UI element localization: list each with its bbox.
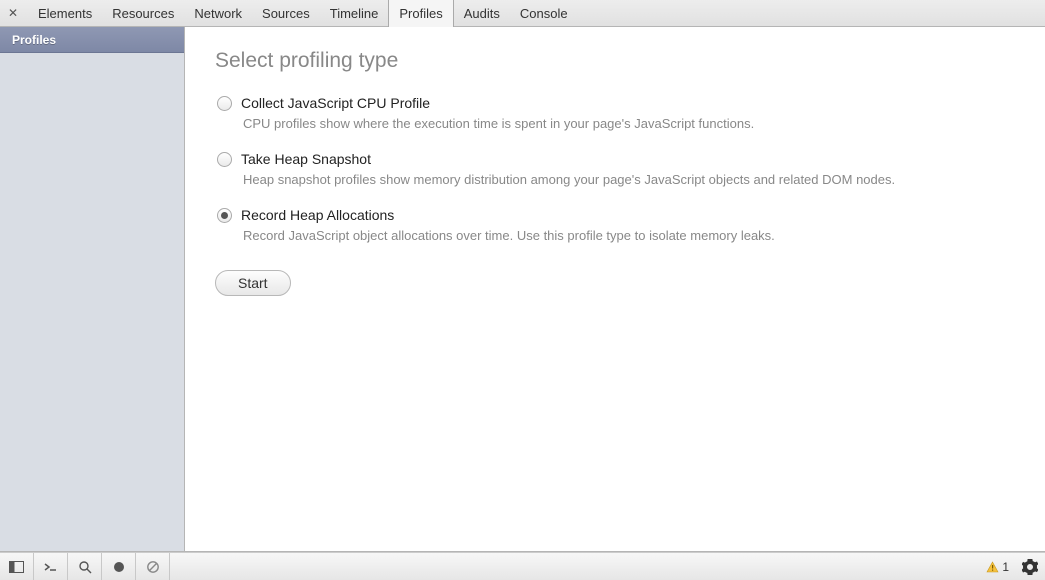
settings-icon[interactable] [1015,559,1045,575]
profile-option-heap-allocations[interactable]: Record Heap Allocations Record JavaScrip… [215,207,1015,245]
status-bar: 1 [0,552,1045,580]
option-title: Collect JavaScript CPU Profile [241,95,430,111]
option-desc: CPU profiles show where the execution ti… [243,115,1015,133]
profile-option-heap-snapshot[interactable]: Take Heap Snapshot Heap snapshot profile… [215,151,1015,189]
radio-icon[interactable] [217,208,232,223]
close-icon[interactable]: ✕ [6,6,20,20]
radio-icon[interactable] [217,96,232,111]
option-desc: Heap snapshot profiles show memory distr… [243,171,1015,189]
option-desc: Record JavaScript object allocations ove… [243,227,1015,245]
radio-icon[interactable] [217,152,232,167]
search-icon[interactable] [68,553,102,580]
option-title: Record Heap Allocations [241,207,394,223]
warning-icon [986,561,999,573]
dock-icon[interactable] [0,553,34,580]
sidebar-header: Profiles [0,27,184,53]
page-title: Select profiling type [215,49,1015,73]
main-panel: Select profiling type Collect JavaScript… [185,27,1045,551]
tab-console[interactable]: Console [510,0,578,27]
tab-profiles[interactable]: Profiles [388,0,453,27]
tab-resources[interactable]: Resources [102,0,184,27]
start-button[interactable]: Start [215,270,291,296]
tab-sources[interactable]: Sources [252,0,320,27]
tab-network[interactable]: Network [184,0,252,27]
profile-option-cpu[interactable]: Collect JavaScript CPU Profile CPU profi… [215,95,1015,133]
warnings-count: 1 [1002,560,1009,574]
tab-elements[interactable]: Elements [28,0,102,27]
warnings-badge[interactable]: 1 [986,560,1009,574]
clear-icon[interactable] [136,553,170,580]
record-icon[interactable] [102,553,136,580]
tab-timeline[interactable]: Timeline [320,0,389,27]
console-icon[interactable] [34,553,68,580]
tab-audits[interactable]: Audits [454,0,510,27]
sidebar: Profiles [0,27,185,551]
devtools-tabbar: ✕ Elements Resources Network Sources Tim… [0,0,1045,27]
option-title: Take Heap Snapshot [241,151,371,167]
